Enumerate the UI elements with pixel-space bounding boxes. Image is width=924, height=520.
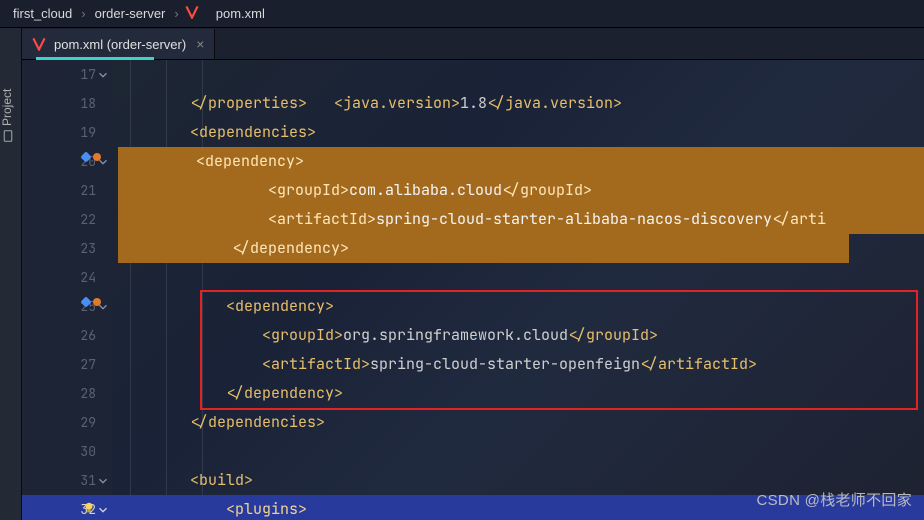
chevron-right-icon: › bbox=[168, 6, 184, 21]
code-line: <dependency> bbox=[112, 292, 924, 321]
maven-file-icon bbox=[32, 37, 46, 51]
code-line: </dependency> bbox=[112, 379, 924, 408]
file-tab[interactable]: pom.xml (order-server) × bbox=[22, 29, 215, 59]
bookmark-icon bbox=[80, 296, 91, 307]
line-number: 22 bbox=[56, 205, 96, 234]
tool-window-rail: Project bbox=[0, 28, 22, 520]
line-number: 19 bbox=[56, 118, 96, 147]
line-number: 30 bbox=[56, 437, 96, 466]
code-line: <groupId>org.springframework.cloud</grou… bbox=[112, 321, 924, 350]
breadcrumb-item[interactable]: order-server bbox=[92, 6, 169, 21]
line-number: 28 bbox=[56, 379, 96, 408]
code-line: <artifactId>spring-cloud-starter-openfei… bbox=[112, 350, 924, 379]
bookmark-icon bbox=[80, 151, 91, 162]
watermark: CSDN @栈老师不回家 bbox=[757, 489, 913, 510]
line-number: 24 bbox=[56, 263, 96, 292]
code-line: </dependency> bbox=[112, 234, 924, 263]
line-number: 29 bbox=[56, 408, 96, 437]
fold-icon[interactable] bbox=[96, 154, 110, 168]
line-number: 18 bbox=[56, 89, 96, 118]
breadcrumb: first_cloud › order-server › pom.xml bbox=[0, 0, 924, 28]
chevron-right-icon: › bbox=[75, 6, 91, 21]
fold-icon[interactable] bbox=[96, 299, 110, 313]
maven-file-icon bbox=[185, 5, 207, 22]
line-number: 17 bbox=[56, 60, 96, 89]
breadcrumb-item[interactable]: first_cloud bbox=[10, 6, 75, 21]
code-area[interactable]: <java.version>1.8</java.version> </prope… bbox=[112, 60, 924, 520]
code-line: <groupId>com.alibaba.cloud</groupId> bbox=[112, 176, 924, 205]
fold-icon[interactable] bbox=[96, 67, 110, 81]
line-number: 20 bbox=[56, 147, 96, 176]
gutter: 17 18 19 20 21 22 23 24 25 26 27 28 29 3… bbox=[22, 60, 112, 520]
lightbulb-icon[interactable] bbox=[82, 501, 96, 515]
line-number: 26 bbox=[56, 321, 96, 350]
line-number: 27 bbox=[56, 350, 96, 379]
project-tool-button[interactable]: Project bbox=[0, 120, 14, 142]
editor-panel: pom.xml (order-server) × 17 18 19 20 21 … bbox=[22, 28, 924, 520]
code-line: <dependencies> bbox=[112, 118, 924, 147]
fold-icon[interactable] bbox=[96, 473, 110, 487]
code-line: </dependencies> bbox=[112, 408, 924, 437]
line-number: 31 bbox=[56, 466, 96, 495]
line-number: 23 bbox=[56, 234, 96, 263]
tab-label: pom.xml (order-server) bbox=[54, 37, 186, 52]
code-line: </properties> bbox=[112, 89, 924, 118]
code-line bbox=[112, 437, 924, 466]
code-line: <artifactId>spring-cloud-starter-alibaba… bbox=[112, 205, 924, 234]
editor-tabs: pom.xml (order-server) × bbox=[22, 28, 924, 60]
line-number: 21 bbox=[56, 176, 96, 205]
fold-icon[interactable] bbox=[96, 502, 110, 516]
code-line: <java.version>1.8</java.version> bbox=[112, 60, 924, 89]
close-tab-icon[interactable]: × bbox=[196, 36, 204, 52]
code-editor[interactable]: 17 18 19 20 21 22 23 24 25 26 27 28 29 3… bbox=[22, 60, 924, 520]
line-number: 25 bbox=[56, 292, 96, 321]
code-line: <dependency> bbox=[112, 147, 924, 176]
breadcrumb-item[interactable]: pom.xml bbox=[213, 6, 268, 21]
code-line bbox=[112, 263, 924, 292]
